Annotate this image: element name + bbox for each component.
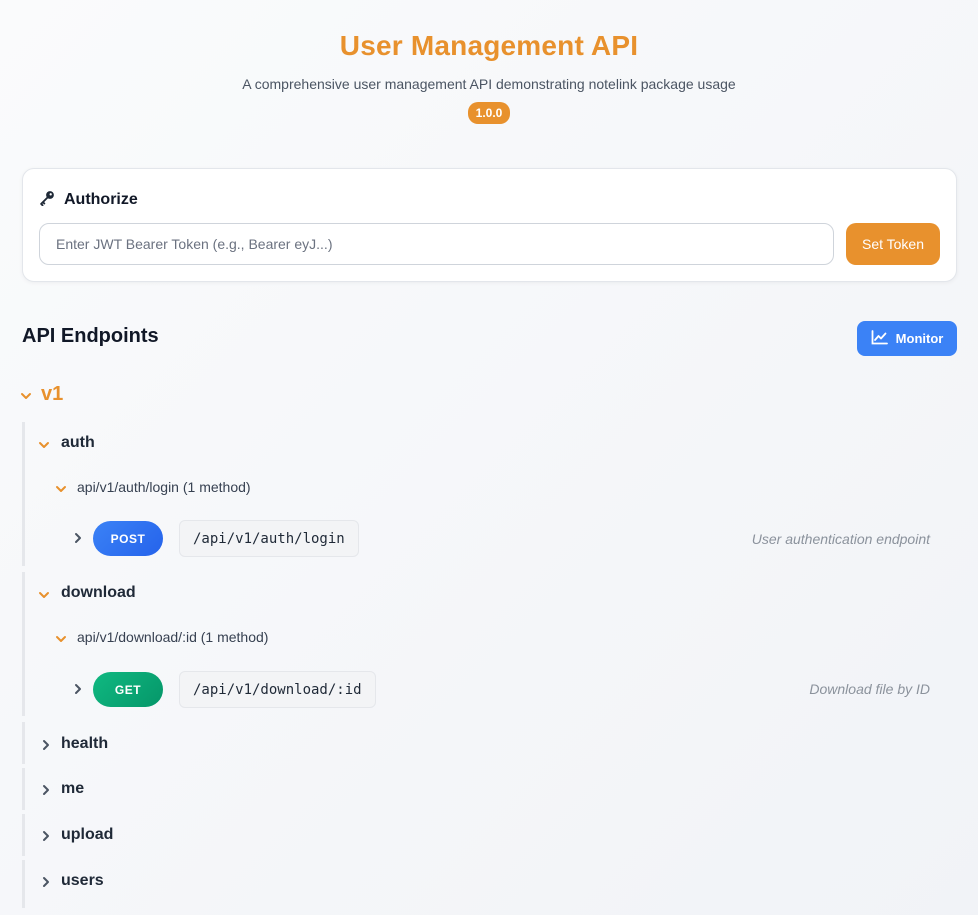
endpoints-title: API Endpoints xyxy=(22,325,159,347)
chevron-right-icon[interactable] xyxy=(39,875,53,894)
chevron-down-icon[interactable] xyxy=(19,389,33,408)
group-me[interactable]: me xyxy=(61,780,84,798)
group-divider xyxy=(22,814,25,856)
monitor-label: Monitor xyxy=(895,331,944,346)
page-header: User Management API A comprehensive user… xyxy=(0,0,978,124)
chevron-down-icon[interactable] xyxy=(54,482,68,501)
page-subtitle: A comprehensive user management API demo… xyxy=(242,76,736,92)
endpoint-description: Download file by ID xyxy=(809,681,930,697)
method-badge-post: POST xyxy=(93,521,163,556)
group-divider xyxy=(22,572,25,716)
chevron-right-icon[interactable] xyxy=(71,682,85,701)
set-token-button[interactable]: Set Token xyxy=(846,223,940,265)
chevron-down-icon[interactable] xyxy=(37,438,51,457)
chevron-right-icon[interactable] xyxy=(39,738,53,757)
method-badge-get: GET xyxy=(93,672,163,707)
group-divider xyxy=(22,768,25,810)
endpoint-path: /api/v1/download/:id xyxy=(179,671,376,708)
monitor-button[interactable]: Monitor xyxy=(857,321,957,356)
authorize-title: Authorize xyxy=(64,191,138,208)
chevron-right-icon[interactable] xyxy=(39,783,53,802)
version-group-v1[interactable]: v1 xyxy=(41,383,63,406)
jwt-token-input[interactable] xyxy=(39,223,834,265)
group-upload[interactable]: upload xyxy=(61,826,113,844)
chevron-down-icon[interactable] xyxy=(54,632,68,651)
group-health[interactable]: health xyxy=(61,735,108,753)
key-icon xyxy=(39,189,56,211)
authorize-header: Authorize xyxy=(39,189,138,211)
authorize-panel: Authorize Set Token xyxy=(22,168,957,282)
path-group-download-id[interactable]: api/v1/download/:id (1 method) xyxy=(77,629,268,645)
group-users[interactable]: users xyxy=(61,872,104,890)
chevron-down-icon[interactable] xyxy=(37,588,51,607)
group-divider xyxy=(22,422,25,566)
page-title: User Management API xyxy=(339,30,639,61)
group-divider xyxy=(22,722,25,764)
chart-line-icon xyxy=(871,329,888,348)
endpoint-path: /api/v1/auth/login xyxy=(179,520,359,557)
group-divider xyxy=(22,860,25,908)
path-group-auth-login[interactable]: api/v1/auth/login (1 method) xyxy=(77,479,251,495)
group-auth[interactable]: auth xyxy=(61,434,95,452)
version-badge: 1.0.0 xyxy=(467,102,511,124)
chevron-right-icon[interactable] xyxy=(39,829,53,848)
group-download[interactable]: download xyxy=(61,584,136,602)
chevron-right-icon[interactable] xyxy=(71,531,85,550)
endpoint-description: User authentication endpoint xyxy=(751,531,930,547)
